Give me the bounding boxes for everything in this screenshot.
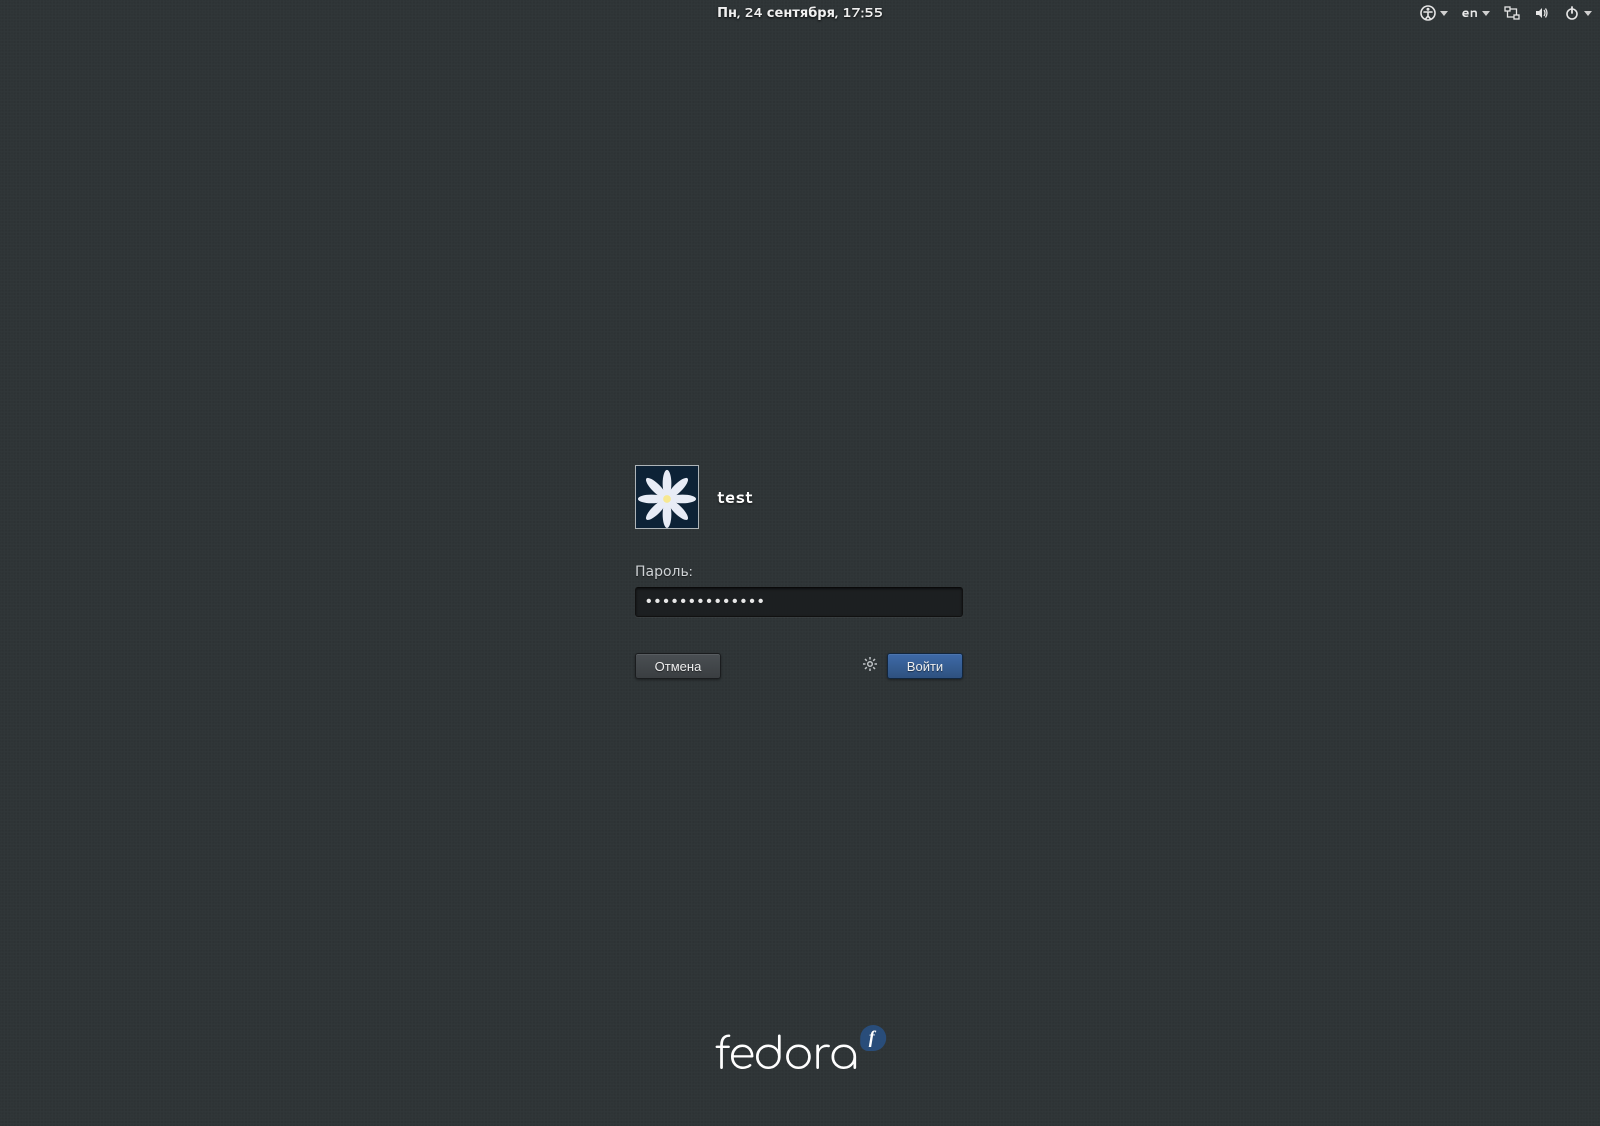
accessibility-menu[interactable] <box>1420 5 1448 21</box>
power-icon <box>1564 5 1580 21</box>
gear-icon <box>862 655 878 678</box>
username-label: test <box>717 485 753 509</box>
password-input[interactable] <box>635 587 963 617</box>
session-options-button[interactable] <box>861 657 879 675</box>
power-menu[interactable] <box>1564 5 1592 21</box>
volume-indicator[interactable] <box>1534 5 1550 21</box>
cancel-button[interactable]: Отмена <box>635 653 721 679</box>
user-row: test <box>635 465 965 529</box>
chevron-down-icon <box>1482 11 1490 16</box>
language-menu[interactable]: en <box>1462 4 1490 22</box>
distro-logo: fedora <box>714 1031 886 1080</box>
user-avatar <box>635 465 699 529</box>
clock[interactable]: Пн, 24 сентября, 17:55 <box>717 4 883 22</box>
network-indicator[interactable] <box>1504 5 1520 21</box>
right-button-group: Войти <box>861 653 963 679</box>
login-panel: test Пароль: Отмена <box>635 465 965 679</box>
top-panel: Пн, 24 сентября, 17:55 <box>0 0 1600 26</box>
distro-name: fedora <box>714 1031 858 1080</box>
accessibility-icon <box>1420 5 1436 21</box>
button-row: Отмена <box>635 653 963 679</box>
volume-icon <box>1534 5 1550 21</box>
network-icon <box>1504 5 1520 21</box>
language-label: en <box>1462 4 1478 22</box>
password-label: Пароль: <box>635 561 965 581</box>
fedora-infinity-icon <box>860 1025 886 1051</box>
chevron-down-icon <box>1440 11 1448 16</box>
chevron-down-icon <box>1584 11 1592 16</box>
login-button[interactable]: Войти <box>887 653 963 679</box>
top-panel-right: en <box>1420 0 1592 26</box>
